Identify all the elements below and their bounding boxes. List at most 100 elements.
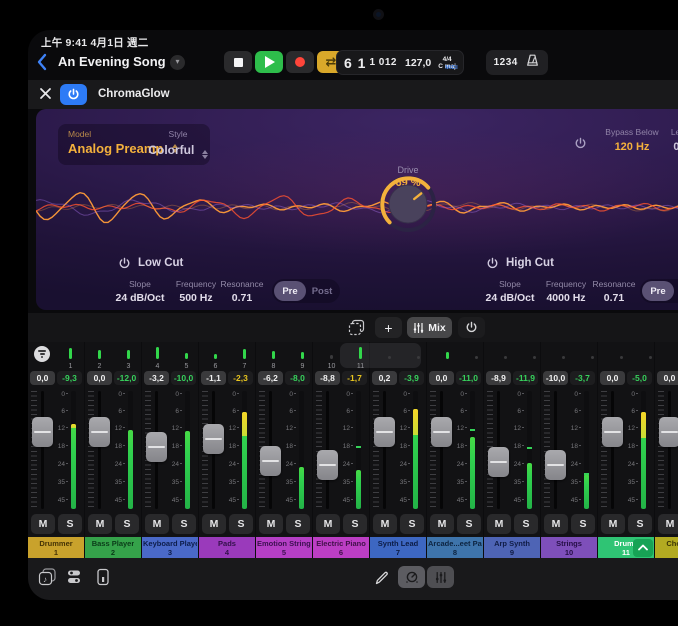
mute-button[interactable]: M bbox=[601, 514, 625, 534]
low-cut-post-button[interactable]: Post bbox=[306, 281, 338, 301]
low-cut-resonance[interactable]: Resonance 0.71 bbox=[204, 279, 280, 304]
mute-button[interactable]: M bbox=[430, 514, 454, 534]
volume-readout[interactable]: -1,1 bbox=[201, 371, 226, 385]
fader-ruler bbox=[88, 391, 94, 509]
solo-button[interactable]: S bbox=[400, 514, 424, 534]
mute-button[interactable]: M bbox=[544, 514, 568, 534]
low-cut-power-icon[interactable] bbox=[118, 257, 131, 270]
fader-cap[interactable] bbox=[431, 417, 452, 447]
back-button[interactable] bbox=[36, 52, 54, 72]
mixer-power-button[interactable] bbox=[458, 317, 485, 338]
mute-button[interactable]: M bbox=[202, 514, 226, 534]
volume-readout[interactable]: -6,2 bbox=[258, 371, 283, 385]
browser-icon[interactable] bbox=[66, 568, 82, 591]
count-in-button[interactable]: 1234 bbox=[494, 57, 518, 68]
mute-button[interactable]: M bbox=[259, 514, 283, 534]
track-name-tab[interactable]: Electric Piano6 bbox=[313, 537, 369, 558]
pencil-icon[interactable] bbox=[374, 570, 390, 591]
track-name-tab[interactable]: Emotion Strings5 bbox=[256, 537, 312, 558]
mute-button[interactable]: M bbox=[316, 514, 340, 534]
close-plugin-button[interactable] bbox=[39, 87, 53, 101]
loops-browser-icon[interactable]: ♪ bbox=[38, 568, 57, 591]
high-cut-pre-button[interactable]: Pre bbox=[642, 281, 674, 301]
fader-cap[interactable] bbox=[32, 417, 53, 447]
high-cut-power-icon[interactable] bbox=[486, 257, 499, 270]
duplicate-icon[interactable] bbox=[348, 319, 365, 336]
bypass-power-icon[interactable] bbox=[574, 137, 587, 150]
mixer-view-button[interactable] bbox=[427, 566, 454, 588]
mute-button[interactable]: M bbox=[658, 514, 678, 534]
track-name-tab[interactable]: Drummer1 bbox=[28, 537, 84, 558]
mute-button[interactable]: M bbox=[373, 514, 397, 534]
song-title[interactable]: An Evening Song bbox=[58, 54, 166, 69]
fader-cap[interactable] bbox=[545, 450, 566, 480]
fader-cap[interactable] bbox=[89, 417, 110, 447]
low-cut-pre-button[interactable]: Pre bbox=[274, 281, 306, 301]
mix-button[interactable]: Mix bbox=[407, 317, 452, 338]
stop-button[interactable] bbox=[224, 51, 252, 73]
fader-cap[interactable] bbox=[260, 446, 281, 476]
play-surface-icon[interactable] bbox=[96, 568, 110, 591]
solo-button[interactable]: S bbox=[457, 514, 481, 534]
solo-button[interactable]: S bbox=[115, 514, 139, 534]
channel-strip-11: 0,0-5,0061218243545MSDrums11 bbox=[598, 342, 654, 558]
add-track-button[interactable]: + bbox=[375, 317, 402, 338]
song-menu-chevron-icon[interactable]: ▾ bbox=[170, 55, 185, 70]
volume-readout[interactable]: -3,2 bbox=[144, 371, 169, 385]
style-selector[interactable]: Style Colorful bbox=[134, 129, 222, 159]
lcd-display[interactable]: 6 1 1 012 127,0 4/4 C maj MIDI bbox=[336, 50, 464, 75]
track-name-tab[interactable]: Bass Player2 bbox=[85, 537, 141, 558]
fader-cap[interactable] bbox=[659, 417, 678, 447]
peak-readout: -8,0 bbox=[285, 371, 310, 385]
solo-button[interactable]: S bbox=[571, 514, 595, 534]
volume-readout[interactable]: 0,0 bbox=[657, 371, 678, 385]
filter-tracks-button[interactable] bbox=[34, 346, 50, 362]
fader-cap[interactable] bbox=[317, 450, 338, 480]
track-name-tab[interactable]: Strings10 bbox=[541, 537, 597, 558]
solo-button[interactable]: S bbox=[514, 514, 538, 534]
fader-cap[interactable] bbox=[203, 424, 224, 454]
chromaglow-panel: Model Analog Preamp Style Colorful Bypas… bbox=[36, 109, 678, 310]
collapse-stack-button[interactable] bbox=[633, 539, 653, 557]
play-icon bbox=[265, 56, 275, 68]
fader-cap[interactable] bbox=[146, 432, 167, 462]
mute-button[interactable]: M bbox=[88, 514, 112, 534]
plugin-power-button[interactable] bbox=[60, 84, 87, 105]
track-name-tab[interactable]: Chorus V12 bbox=[655, 537, 678, 558]
track-name-tab[interactable]: Synth Lead7 bbox=[370, 537, 426, 558]
record-button[interactable] bbox=[286, 51, 314, 73]
high-cut-post-button[interactable]: Post bbox=[674, 281, 678, 301]
solo-button[interactable]: S bbox=[628, 514, 652, 534]
solo-button[interactable]: S bbox=[286, 514, 310, 534]
fader-cap[interactable] bbox=[488, 447, 509, 477]
volume-readout[interactable]: 0,0 bbox=[429, 371, 454, 385]
level-control[interactable]: Level 0.0 bbox=[648, 127, 678, 153]
fader-zone: 061218243545 bbox=[541, 389, 597, 511]
track-name-tab[interactable]: Arp Synth9 bbox=[484, 537, 540, 558]
fader-zone: 061218243545 bbox=[427, 389, 483, 511]
controls-knob-view-button[interactable] bbox=[398, 566, 425, 588]
solo-button[interactable]: S bbox=[229, 514, 253, 534]
solo-button[interactable]: S bbox=[343, 514, 367, 534]
volume-readout[interactable]: 0,2 bbox=[372, 371, 397, 385]
solo-button[interactable]: S bbox=[58, 514, 82, 534]
play-button[interactable] bbox=[255, 51, 283, 73]
fader-cap[interactable] bbox=[602, 417, 623, 447]
volume-readout[interactable]: 0,0 bbox=[600, 371, 625, 385]
volume-readout[interactable]: -8,9 bbox=[486, 371, 511, 385]
track-name-tab[interactable]: Keyboard Player3 bbox=[142, 537, 198, 558]
volume-readout[interactable]: 0,0 bbox=[30, 371, 55, 385]
drive-knob[interactable] bbox=[370, 166, 446, 242]
mute-button[interactable]: M bbox=[31, 514, 55, 534]
solo-button[interactable]: S bbox=[172, 514, 196, 534]
metronome-button[interactable] bbox=[525, 53, 540, 73]
mute-button[interactable]: M bbox=[487, 514, 511, 534]
mute-button[interactable]: M bbox=[145, 514, 169, 534]
fader-cap[interactable] bbox=[374, 417, 395, 447]
track-name-tab[interactable]: Drums11 bbox=[598, 537, 654, 558]
volume-readout[interactable]: -10,0 bbox=[543, 371, 568, 385]
volume-readout[interactable]: 0,0 bbox=[87, 371, 112, 385]
track-name-tab[interactable]: Pads4 bbox=[199, 537, 255, 558]
volume-readout[interactable]: -8,8 bbox=[315, 371, 340, 385]
track-name-tab[interactable]: Arcade...eet Pad8 bbox=[427, 537, 483, 558]
